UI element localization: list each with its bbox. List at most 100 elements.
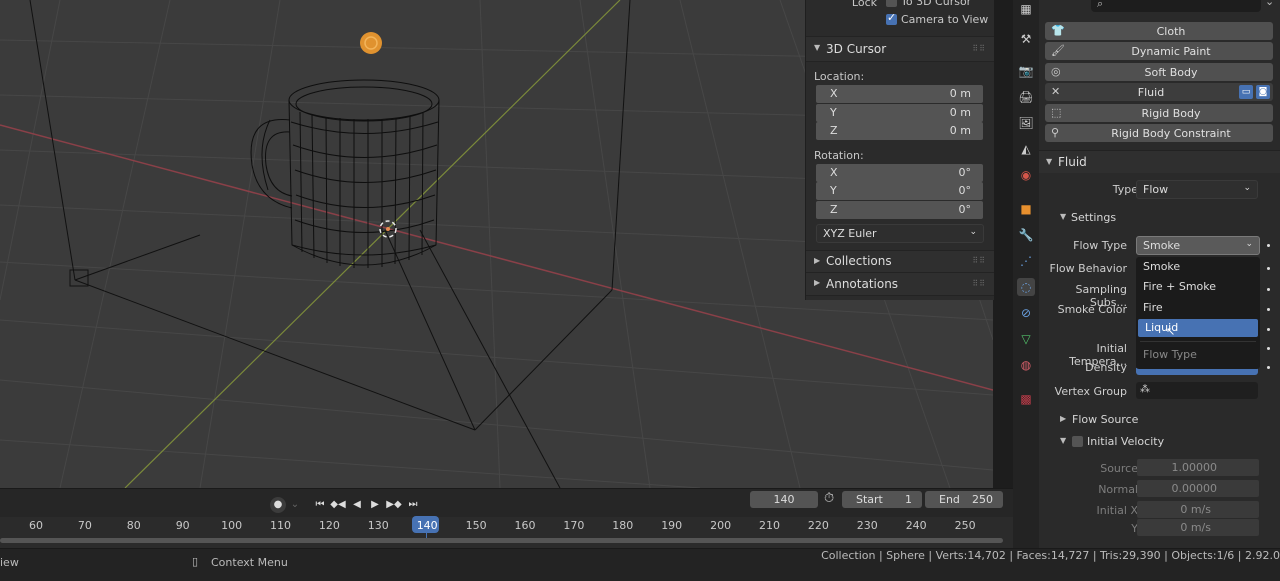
axis-label: Y: [830, 106, 837, 119]
initial-velocity-checkbox[interactable]: [1072, 436, 1083, 447]
status-bar: iew ▯ Context Menu Collection | Sphere |…: [0, 548, 1280, 581]
initial-velocity-subpanel-title: Initial Velocity: [1087, 435, 1165, 448]
texture-tab-icon[interactable]: ▩: [1017, 390, 1035, 408]
world-tab-icon[interactable]: ◉: [1017, 166, 1035, 184]
frame-tick-label: 230: [856, 519, 878, 532]
axis-label: X: [830, 166, 838, 179]
fluid-type-dropdown[interactable]: Flow ⌄: [1136, 180, 1258, 199]
scene-tab-icon[interactable]: ◭: [1017, 140, 1035, 158]
constraints-tab-icon[interactable]: ⊘: [1017, 304, 1035, 322]
keyframe-dot-icon[interactable]: [1267, 328, 1270, 331]
rotation-mode-dropdown[interactable]: XYZ Euler ⌄: [816, 224, 984, 243]
physics-tab-icon[interactable]: ◌: [1017, 278, 1035, 296]
properties-search-input[interactable]: ⌕: [1091, 0, 1261, 12]
rigid-body-constraint-button[interactable]: ⚲ Rigid Body Constraint: [1045, 124, 1273, 142]
stopwatch-icon[interactable]: ⏱: [824, 491, 834, 506]
rotation-y-field[interactable]: Y 0°: [816, 182, 983, 200]
end-frame-field[interactable]: End 250: [925, 491, 1003, 508]
rigid-body-button[interactable]: ⬚ Rigid Body: [1045, 104, 1273, 122]
modifier-tab-icon[interactable]: 🔧: [1017, 226, 1035, 244]
rotation-z-field[interactable]: Z 0°: [816, 201, 983, 219]
mouse-cursor-icon: ↖: [1166, 325, 1176, 338]
keyframe-dot-icon[interactable]: [1267, 244, 1270, 247]
jump-next-keyframe-icon[interactable]: ▶◆: [386, 497, 402, 513]
mug-wireframe: [250, 79, 440, 268]
drag-grip-icon[interactable]: ⠿⠿: [972, 44, 986, 53]
render-tab-icon[interactable]: 📷: [1017, 62, 1035, 80]
chevron-down-icon[interactable]: ⌄: [287, 497, 303, 513]
dynamic-paint-button[interactable]: 🖌 Dynamic Paint: [1045, 42, 1273, 60]
to-3d-cursor-checkbox[interactable]: [886, 0, 897, 7]
fluid-panel-header[interactable]: ▼ Fluid: [1039, 150, 1280, 173]
play-icon[interactable]: ▶: [367, 497, 383, 513]
expand-right-icon: ▶: [814, 278, 821, 287]
menu-item-smoke[interactable]: Smoke: [1136, 258, 1260, 276]
expand-right-icon: ▶: [814, 256, 821, 265]
drag-grip-icon[interactable]: ⠿⠿: [972, 279, 986, 288]
jump-start-icon[interactable]: ⏮: [312, 497, 328, 513]
search-icon: ⌕: [1097, 0, 1104, 10]
menu-item-liquid[interactable]: Liquid: [1138, 319, 1258, 337]
menu-item-fire-smoke[interactable]: Fire + Smoke: [1136, 278, 1260, 296]
keyframe-dot-icon[interactable]: [1267, 366, 1270, 369]
chevron-down-icon[interactable]: ⌄: [1265, 0, 1274, 8]
current-frame-field[interactable]: 140: [750, 491, 818, 508]
frame-tick-label: 80: [126, 519, 141, 532]
keyframe-dot-icon[interactable]: [1267, 267, 1270, 270]
render-camera-icon[interactable]: ◙: [1256, 85, 1270, 99]
rotation-label: Rotation:: [814, 149, 864, 162]
data-tab-icon[interactable]: ▽: [1017, 330, 1035, 348]
settings-subpanel-title[interactable]: Settings: [1071, 211, 1116, 224]
expand-down-icon[interactable]: ▼: [1060, 212, 1066, 221]
initial-x-field[interactable]: 0 m/s: [1137, 501, 1259, 518]
frame-tick-label: 210: [759, 519, 780, 532]
drag-grip-icon[interactable]: ⠿⠿: [972, 256, 986, 265]
normal-field[interactable]: 0.00000: [1137, 480, 1259, 497]
output-tab-icon[interactable]: 🖨: [1017, 88, 1035, 106]
timeline-scrollbar[interactable]: [0, 538, 1003, 543]
type-label: Type: [1112, 183, 1138, 196]
density-slider[interactable]: [1136, 368, 1258, 375]
frame-tick-label: 140: [416, 519, 438, 532]
scene-statistics: Collection | Sphere | Verts:14,702 | Fac…: [821, 549, 1280, 562]
vertex-group-field[interactable]: ⁂: [1136, 382, 1258, 399]
particles-tab-icon[interactable]: ⋰: [1017, 252, 1035, 270]
camera-to-view-checkbox[interactable]: [886, 11, 897, 25]
keyframe-dot-icon[interactable]: [1267, 347, 1270, 350]
location-y-field[interactable]: Y 0 m: [816, 104, 983, 122]
expand-right-icon[interactable]: ▶: [1060, 414, 1066, 423]
play-reverse-icon[interactable]: ◀: [349, 497, 365, 513]
annotations-panel-header[interactable]: ▶ Annotations ⠿⠿: [806, 272, 994, 296]
start-frame-field[interactable]: Start 1: [842, 491, 922, 508]
flow-source-subpanel-title[interactable]: Flow Source: [1072, 413, 1138, 426]
cloth-button[interactable]: 👕 Cloth: [1045, 22, 1273, 40]
object-tab-icon[interactable]: ■: [1017, 200, 1035, 218]
fluid-remove-button[interactable]: ✕ Fluid ▭ ◙: [1045, 83, 1273, 101]
material-tab-icon[interactable]: ◍: [1017, 356, 1035, 374]
source-value: 1.00000: [1171, 461, 1218, 474]
viewport-lower-right: [805, 300, 993, 488]
location-x-field[interactable]: X 0 m: [816, 85, 983, 103]
jump-end-icon[interactable]: ⏭: [405, 497, 421, 513]
keyframe-dot-icon[interactable]: [1267, 308, 1270, 311]
initial-y-field[interactable]: 0 m/s: [1137, 519, 1259, 536]
soft-body-button[interactable]: ◎ Soft Body: [1045, 63, 1273, 81]
source-field[interactable]: 1.00000: [1137, 459, 1259, 476]
menu-footer-title: Flow Type: [1143, 348, 1197, 361]
jump-prev-keyframe-icon[interactable]: ◆◀: [330, 497, 346, 513]
viewport-display-icon[interactable]: ▭: [1239, 85, 1253, 99]
frame-tick-label: 150: [465, 519, 487, 532]
tool-tab-icon[interactable]: ⚒: [1017, 30, 1035, 48]
collections-panel-header[interactable]: ▶ Collections ⠿⠿: [806, 250, 994, 273]
menu-item-fire[interactable]: Fire: [1136, 299, 1260, 317]
rotation-x-field[interactable]: X 0°: [816, 164, 983, 182]
expand-down-icon[interactable]: ▼: [1060, 436, 1066, 445]
view-layer-tab-icon[interactable]: 🖼: [1017, 114, 1035, 132]
keyframe-dot-icon[interactable]: [1267, 288, 1270, 291]
flow-type-dropdown[interactable]: Smoke ⌄: [1136, 236, 1260, 255]
record-keyframe-icon[interactable]: ●: [270, 497, 286, 513]
editor-type-icon[interactable]: ▦: [1017, 0, 1035, 18]
3d-cursor-panel-header[interactable]: ▼ 3D Cursor ⠿⠿: [806, 36, 994, 62]
location-z-field[interactable]: Z 0 m: [816, 122, 983, 140]
status-left-text: iew: [0, 556, 19, 569]
